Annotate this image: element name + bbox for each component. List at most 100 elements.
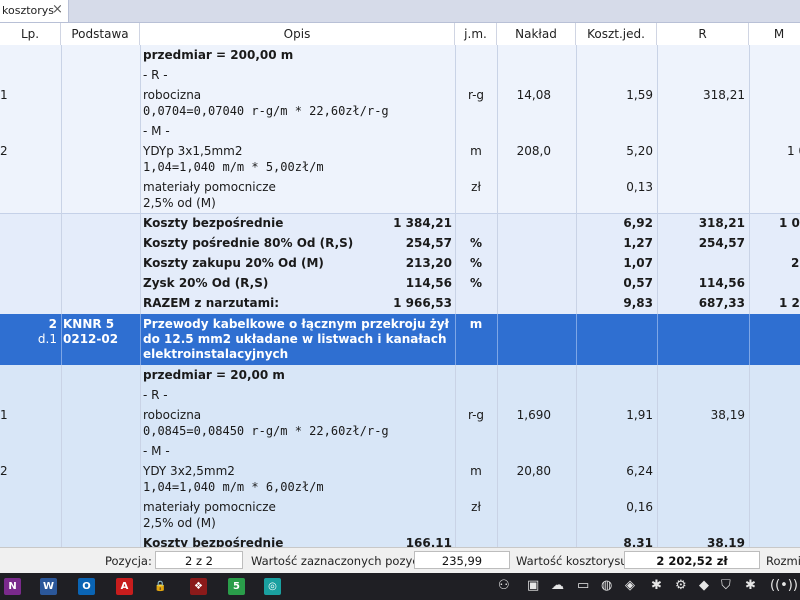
summary-r: 38,19 bbox=[707, 536, 745, 547]
summary-r: 114,56 bbox=[698, 276, 745, 290]
security-icon[interactable]: ◈ bbox=[625, 578, 635, 593]
estimate-value-field: 2 202,52 zł bbox=[624, 551, 760, 569]
row-opis-formula: 2,5% od (M) bbox=[143, 196, 216, 210]
row-jm: r-g bbox=[467, 408, 485, 422]
row-opis-formula: 1,04=1,040 m/m * 6,00zł/m bbox=[143, 480, 324, 494]
table-header: Lp. Podstawa Opis j.m. Nakład Koszt.jed.… bbox=[0, 23, 800, 46]
m-group-header: - M - bbox=[143, 444, 170, 458]
volume-icon[interactable]: ((•)) bbox=[770, 578, 798, 593]
tab-label: kosztorys bbox=[2, 4, 55, 17]
row-koszt-jed: 6,24 bbox=[626, 464, 653, 478]
przedmiar-label: przedmiar = 200,00 m bbox=[143, 48, 294, 62]
summary-m: 1 0 bbox=[779, 216, 800, 230]
column-header-jm[interactable]: j.m. bbox=[455, 23, 497, 45]
row-naklad: 1,690 bbox=[516, 408, 551, 422]
r-group-header: - R - bbox=[143, 68, 168, 82]
summary-unit: % bbox=[469, 236, 483, 250]
position-basis-code: 0212-02 bbox=[63, 332, 119, 346]
settings-icon[interactable]: ⚙ bbox=[675, 578, 687, 593]
column-header-m[interactable]: M bbox=[749, 23, 800, 45]
cost-table: przedmiar = 200,00 m - R - 1 robocizna 0… bbox=[0, 45, 800, 547]
update-icon[interactable]: ◍ bbox=[601, 578, 612, 593]
summary-koszt-jed: 1,07 bbox=[623, 256, 653, 270]
column-header-opis[interactable]: Opis bbox=[140, 23, 455, 45]
summary-r: 254,57 bbox=[698, 236, 745, 250]
row-m: 1 0 bbox=[787, 144, 800, 158]
row-koszt-jed: 5,20 bbox=[626, 144, 653, 158]
summary-koszt-jed: 1,27 bbox=[623, 236, 653, 250]
row-naklad: 14,08 bbox=[516, 88, 551, 102]
column-header-r[interactable]: R bbox=[657, 23, 749, 45]
row-lp: 1 bbox=[0, 408, 8, 422]
row-opis-formula: 0,0845=0,08450 r-g/m * 22,60zł/r-g bbox=[143, 424, 389, 438]
column-header-naklad[interactable]: Nakład bbox=[497, 23, 576, 45]
book-icon[interactable]: ❖ bbox=[190, 578, 207, 595]
acrobat-icon[interactable]: A bbox=[116, 578, 133, 595]
shield-icon[interactable]: ⛉ bbox=[721, 578, 731, 593]
browser-icon[interactable]: ◎ bbox=[264, 578, 281, 595]
summary-r: 318,21 bbox=[698, 216, 745, 230]
lock-icon[interactable]: 🔒 bbox=[152, 578, 169, 595]
word-icon[interactable]: W bbox=[40, 578, 57, 595]
column-header-koszt-jed[interactable]: Koszt.jed. bbox=[576, 23, 657, 45]
close-icon[interactable]: × bbox=[52, 2, 63, 17]
column-header-podstawa[interactable]: Podstawa bbox=[61, 23, 140, 45]
app-tray-icon[interactable]: ◆ bbox=[699, 578, 709, 593]
column-header-lp[interactable]: Lp. bbox=[0, 23, 61, 45]
summary-value: 114,56 bbox=[405, 276, 452, 290]
row-r: 318,21 bbox=[703, 88, 745, 102]
summary-label: Zysk 20% Od (R,S) bbox=[143, 276, 269, 290]
row-jm: r-g bbox=[467, 88, 485, 102]
summary-koszt-jed: 0,57 bbox=[623, 276, 653, 290]
section2-zone bbox=[0, 365, 800, 547]
position-number: 2 bbox=[48, 317, 57, 331]
position-unit: m bbox=[469, 317, 483, 331]
position-description-line1: Przewody kabelkowe o łącznym przekroju ż… bbox=[143, 317, 449, 331]
people-icon[interactable]: ⚇ bbox=[498, 578, 510, 593]
summary-r: 687,33 bbox=[698, 296, 745, 310]
cloud-icon[interactable]: ☁ bbox=[551, 578, 564, 593]
row-naklad: 208,0 bbox=[516, 144, 551, 158]
summary-value: 166,11 bbox=[405, 536, 452, 547]
onenote-icon[interactable]: N bbox=[4, 578, 21, 595]
row-opis: YDYp 3x1,5mm2 bbox=[143, 144, 243, 158]
przedmiar-label: przedmiar = 20,00 m bbox=[143, 368, 285, 382]
row-opis: robocizna bbox=[143, 88, 202, 102]
tab-kosztorys[interactable]: kosztorys × bbox=[0, 0, 69, 22]
selected-position-row[interactable]: 2 d.1 KNNR 5 0212-02 Przewody kabelkowe … bbox=[0, 314, 800, 365]
position-sub: d.1 bbox=[37, 332, 57, 346]
summary-unit: % bbox=[469, 276, 483, 290]
summary-m: 1 2 bbox=[779, 296, 800, 310]
row-opis: robocizna bbox=[143, 408, 202, 422]
drive-icon[interactable]: ▭ bbox=[577, 578, 589, 593]
bluetooth-icon[interactable]: ✱ bbox=[651, 578, 662, 593]
app-5-icon[interactable]: 5 bbox=[228, 578, 245, 595]
row-jm: m bbox=[470, 144, 482, 158]
selected-value-label: Wartość zaznaczonych pozycji bbox=[251, 554, 426, 568]
selected-value-field: 235,99 bbox=[414, 551, 510, 569]
summary-value: 1 966,53 bbox=[393, 296, 452, 310]
row-jm: m bbox=[470, 464, 482, 478]
row-lp: 2 bbox=[0, 144, 8, 158]
summary-value: 254,57 bbox=[405, 236, 452, 250]
summary-unit: % bbox=[469, 256, 483, 270]
row-opis: materiały pomocnicze bbox=[143, 500, 276, 514]
row-opis: YDY 3x2,5mm2 bbox=[143, 464, 235, 478]
row-opis-formula: 2,5% od (M) bbox=[143, 516, 216, 530]
row-koszt-jed: 0,13 bbox=[626, 180, 653, 194]
summary-value: 213,20 bbox=[405, 256, 452, 270]
row-r: 38,19 bbox=[710, 408, 745, 422]
row-naklad: 20,80 bbox=[516, 464, 551, 478]
row-opis-formula: 0,0704=0,07040 r-g/m * 22,60zł/r-g bbox=[143, 104, 389, 118]
row-koszt-jed: 1,91 bbox=[626, 408, 653, 422]
network-icon[interactable]: ▣ bbox=[527, 578, 539, 593]
summary-koszt-jed: 6,92 bbox=[623, 216, 653, 230]
bluetooth-icon[interactable]: ✱ bbox=[745, 578, 756, 593]
size-label: Rozmi bbox=[766, 554, 800, 568]
summary-value: 1 384,21 bbox=[393, 216, 452, 230]
summary-label: Koszty bezpośrednie bbox=[143, 536, 284, 547]
row-opis: materiały pomocnicze bbox=[143, 180, 276, 194]
outlook-icon[interactable]: O bbox=[78, 578, 95, 595]
summary-label: Koszty pośrednie 80% Od (R,S) bbox=[143, 236, 354, 250]
position-basis: KNNR 5 bbox=[63, 317, 115, 331]
